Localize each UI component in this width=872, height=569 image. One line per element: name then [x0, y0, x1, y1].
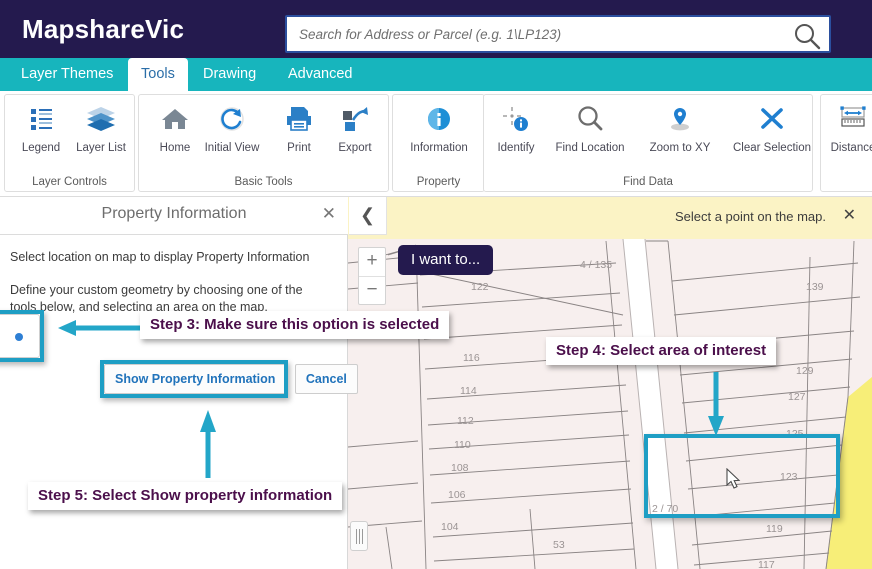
panel-action-buttons: Show Property Information Cancel: [104, 364, 358, 394]
map-notice-text: Select a point on the map.: [674, 209, 826, 224]
tool-distance[interactable]: Distance: [817, 101, 872, 167]
close-icon[interactable]: ✕: [322, 205, 336, 223]
tool-label: Initial View: [204, 142, 260, 154]
panel-header: Property Information ✕: [0, 197, 348, 235]
close-icon[interactable]: ✕: [843, 208, 856, 224]
zoom-out-button[interactable]: −: [359, 277, 385, 305]
info-icon: [403, 101, 475, 141]
chevron-left-icon[interactable]: ❮: [349, 197, 387, 235]
ribbon-group-label: Property: [416, 176, 461, 188]
export-icon: [319, 101, 391, 141]
tool-label: Export: [338, 142, 372, 154]
tab-advanced[interactable]: Advanced: [275, 58, 366, 91]
identify-icon: [480, 101, 552, 141]
i-want-to-button[interactable]: I want to...: [398, 245, 494, 275]
tool-zoom-to-xy[interactable]: Zoom to XY: [636, 101, 724, 167]
tool-identify[interactable]: Identify: [480, 101, 552, 167]
tool-label: Zoom to XY: [649, 142, 711, 154]
map-canvas[interactable]: 4 / 135 122 139 116 114 129 127 112 110 …: [348, 197, 872, 569]
tool-layer-list[interactable]: Layer List: [65, 101, 137, 167]
ribbon-group-measure: Distance: [820, 94, 872, 192]
zoom-controls: + −: [358, 247, 386, 305]
zoom-in-button[interactable]: +: [359, 248, 385, 276]
point-dot-icon: [15, 333, 23, 341]
callout-step4: Step 4: Select area of interest: [546, 337, 777, 365]
point-geometry-tool[interactable]: [0, 314, 40, 358]
ribbon-group-property: Information Property: [392, 94, 485, 192]
ribbon-group-label: Find Data: [623, 176, 673, 188]
tab-layer-themes[interactable]: Layer Themes: [8, 58, 126, 91]
ribbon-group-layer-controls: Legend Layer List Layer Controls: [4, 94, 135, 192]
mapsharevic-app: MapshareVic Layer Themes Tools Drawing A…: [0, 0, 872, 569]
tool-initial-view[interactable]: Initial View: [196, 101, 268, 167]
tab-tools[interactable]: Tools: [128, 58, 188, 91]
close-x-icon: [724, 101, 820, 141]
main-tabbar: Layer Themes Tools Drawing Advanced: [0, 58, 872, 91]
panel-instruction-line: Define your custom geometry by choosing …: [10, 283, 303, 297]
layers-icon: [65, 101, 137, 141]
search-icon[interactable]: [793, 22, 821, 50]
panel-body: Select location on map to display Proper…: [0, 235, 348, 316]
panel-instruction-line: Select location on map to display Proper…: [10, 250, 310, 264]
tool-information[interactable]: Information: [403, 101, 475, 167]
show-property-information-button[interactable]: Show Property Information: [104, 364, 287, 394]
panel-title: Property Information: [101, 205, 247, 222]
panel-resize-grip[interactable]: [350, 521, 368, 551]
callout-step3: Step 3: Make sure this option is selecte…: [140, 311, 450, 339]
tool-find-location[interactable]: Find Location: [544, 101, 636, 167]
ribbon-group-label: Basic Tools: [234, 176, 293, 188]
ribbon-group-basic-tools: Home Initial View Print Export Basic Too…: [138, 94, 389, 192]
cancel-button[interactable]: Cancel: [294, 364, 358, 394]
search-box[interactable]: [285, 15, 831, 53]
map-pin-icon: [636, 101, 724, 141]
tab-drawing[interactable]: Drawing: [190, 58, 269, 91]
search-input[interactable]: [297, 17, 777, 51]
ribbon-group-label: Layer Controls: [32, 176, 107, 188]
magnifier-icon: [544, 101, 636, 141]
tool-label: Identify: [497, 142, 535, 154]
map-notice-bar: Select a point on the map. ✕: [348, 197, 872, 239]
tool-label: Find Location: [555, 142, 625, 154]
tool-label: Clear Selection: [733, 142, 811, 154]
measure-distance-icon: [817, 101, 872, 141]
tool-export[interactable]: Export: [319, 101, 391, 167]
tool-label: Information: [410, 142, 468, 154]
tool-label: Layer List: [76, 142, 126, 154]
tool-label: Distance: [830, 142, 872, 154]
callout-step5: Step 5: Select Show property information: [28, 482, 343, 510]
refresh-icon: [196, 101, 268, 141]
app-header: MapshareVic: [0, 0, 872, 58]
ribbon-toolbar: Legend Layer List Layer Controls Home In…: [0, 91, 872, 197]
tool-clear-selection[interactable]: Clear Selection: [724, 101, 820, 167]
ribbon-group-find-data: Identify Find Location Zoom to XY Clear …: [483, 94, 813, 192]
app-brand-title: MapshareVic: [22, 14, 185, 44]
